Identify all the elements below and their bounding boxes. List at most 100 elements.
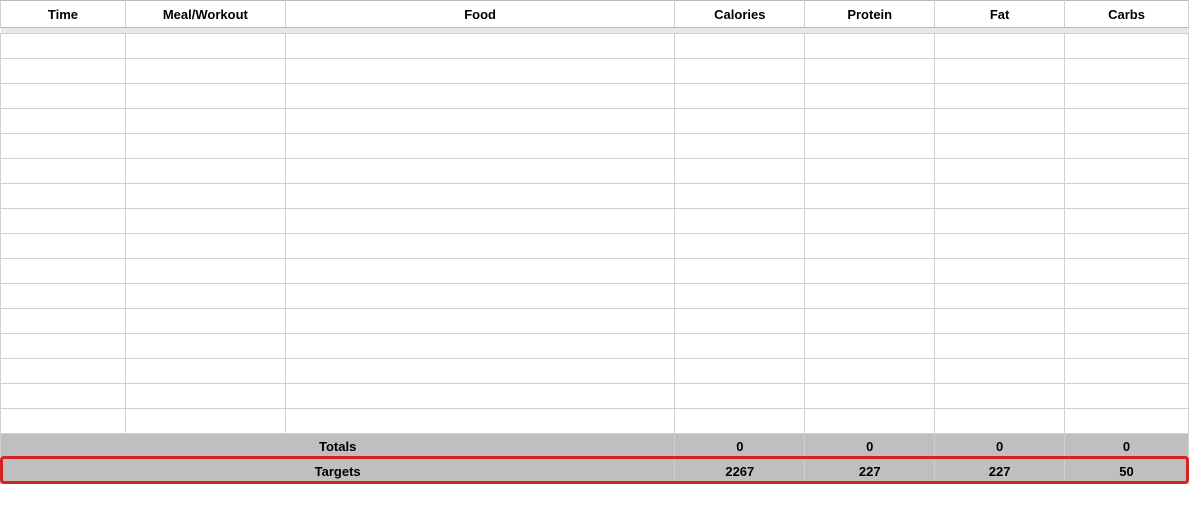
cell[interactable] <box>675 259 805 284</box>
cell[interactable] <box>805 59 935 84</box>
cell[interactable] <box>935 109 1065 134</box>
cell[interactable] <box>285 359 675 384</box>
cell[interactable] <box>935 184 1065 209</box>
cell[interactable] <box>805 84 935 109</box>
cell[interactable] <box>935 34 1065 59</box>
cell[interactable] <box>805 209 935 234</box>
cell[interactable] <box>285 59 675 84</box>
cell[interactable] <box>675 59 805 84</box>
cell[interactable] <box>805 359 935 384</box>
cell[interactable] <box>125 234 285 259</box>
cell[interactable] <box>1 134 126 159</box>
cell[interactable] <box>125 59 285 84</box>
cell[interactable] <box>1065 334 1189 359</box>
header-calories[interactable]: Calories <box>675 1 805 28</box>
cell[interactable] <box>675 409 805 434</box>
targets-calories[interactable]: 2267 <box>675 459 805 484</box>
cell[interactable] <box>935 134 1065 159</box>
header-time[interactable]: Time <box>1 1 126 28</box>
cell[interactable] <box>1 159 126 184</box>
cell[interactable] <box>285 234 675 259</box>
cell[interactable] <box>125 359 285 384</box>
targets-protein[interactable]: 227 <box>805 459 935 484</box>
cell[interactable] <box>1065 284 1189 309</box>
header-protein[interactable]: Protein <box>805 1 935 28</box>
cell[interactable] <box>1065 259 1189 284</box>
totals-protein[interactable]: 0 <box>805 434 935 459</box>
cell[interactable] <box>1065 84 1189 109</box>
cell[interactable] <box>285 209 675 234</box>
cell[interactable] <box>935 209 1065 234</box>
cell[interactable] <box>675 134 805 159</box>
targets-fat[interactable]: 227 <box>935 459 1065 484</box>
cell[interactable] <box>675 334 805 359</box>
totals-calories[interactable]: 0 <box>675 434 805 459</box>
cell[interactable] <box>285 34 675 59</box>
totals-fat[interactable]: 0 <box>935 434 1065 459</box>
cell[interactable] <box>675 84 805 109</box>
cell[interactable] <box>805 109 935 134</box>
cell[interactable] <box>805 159 935 184</box>
cell[interactable] <box>1 384 126 409</box>
cell[interactable] <box>1 59 126 84</box>
cell[interactable] <box>285 309 675 334</box>
cell[interactable] <box>125 309 285 334</box>
targets-carbs[interactable]: 50 <box>1065 459 1189 484</box>
cell[interactable] <box>1 259 126 284</box>
cell[interactable] <box>935 359 1065 384</box>
cell[interactable] <box>1 184 126 209</box>
cell[interactable] <box>1065 409 1189 434</box>
cell[interactable] <box>675 34 805 59</box>
cell[interactable] <box>285 109 675 134</box>
cell[interactable] <box>805 284 935 309</box>
cell[interactable] <box>285 284 675 309</box>
cell[interactable] <box>675 209 805 234</box>
cell[interactable] <box>125 184 285 209</box>
cell[interactable] <box>805 134 935 159</box>
cell[interactable] <box>285 84 675 109</box>
cell[interactable] <box>935 409 1065 434</box>
cell[interactable] <box>805 334 935 359</box>
cell[interactable] <box>1065 109 1189 134</box>
cell[interactable] <box>675 359 805 384</box>
cell[interactable] <box>935 84 1065 109</box>
cell[interactable] <box>285 409 675 434</box>
totals-label[interactable]: Totals <box>1 434 675 459</box>
cell[interactable] <box>125 384 285 409</box>
cell[interactable] <box>935 309 1065 334</box>
cell[interactable] <box>125 159 285 184</box>
cell[interactable] <box>1 34 126 59</box>
cell[interactable] <box>805 234 935 259</box>
cell[interactable] <box>1 84 126 109</box>
cell[interactable] <box>125 109 285 134</box>
cell[interactable] <box>125 84 285 109</box>
cell[interactable] <box>805 259 935 284</box>
cell[interactable] <box>1065 359 1189 384</box>
cell[interactable] <box>285 184 675 209</box>
cell[interactable] <box>1 334 126 359</box>
cell[interactable] <box>935 259 1065 284</box>
cell[interactable] <box>1 234 126 259</box>
cell[interactable] <box>1 284 126 309</box>
cell[interactable] <box>935 159 1065 184</box>
cell[interactable] <box>675 159 805 184</box>
cell[interactable] <box>805 184 935 209</box>
cell[interactable] <box>125 284 285 309</box>
cell[interactable] <box>125 334 285 359</box>
cell[interactable] <box>1 209 126 234</box>
cell[interactable] <box>1065 209 1189 234</box>
cell[interactable] <box>1065 134 1189 159</box>
cell[interactable] <box>125 409 285 434</box>
cell[interactable] <box>805 384 935 409</box>
cell[interactable] <box>1065 159 1189 184</box>
cell[interactable] <box>285 259 675 284</box>
cell[interactable] <box>935 59 1065 84</box>
header-meal[interactable]: Meal/Workout <box>125 1 285 28</box>
cell[interactable] <box>805 309 935 334</box>
header-carbs[interactable]: Carbs <box>1065 1 1189 28</box>
cell[interactable] <box>805 34 935 59</box>
targets-label[interactable]: Targets <box>1 459 675 484</box>
cell[interactable] <box>675 309 805 334</box>
cell[interactable] <box>805 409 935 434</box>
cell[interactable] <box>1 359 126 384</box>
